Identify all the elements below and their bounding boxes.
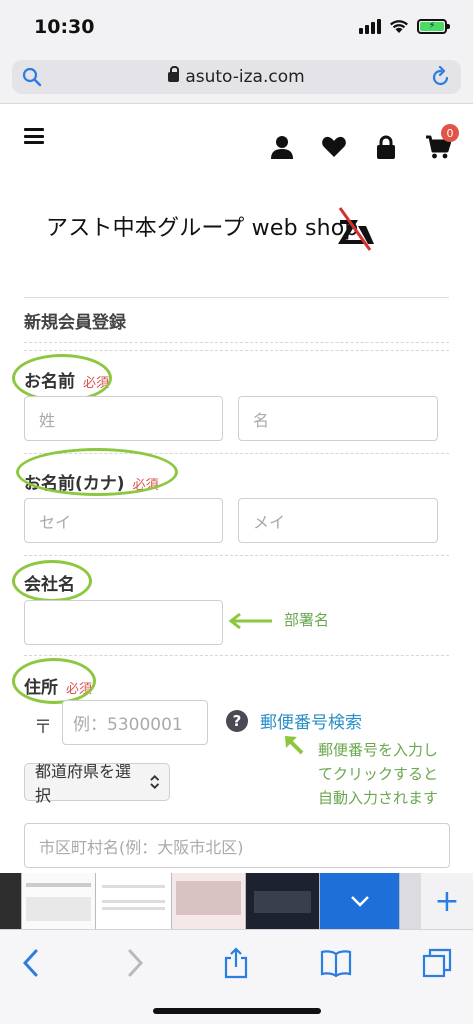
select-arrows-icon [149,774,159,790]
divider [24,350,449,351]
divider [24,297,449,298]
reload-icon[interactable] [431,66,451,88]
divider [24,555,449,556]
battery-icon: ⚡ [417,18,450,34]
tabs-icon [422,948,452,978]
zip-note-line: 自動入力されます [318,789,439,807]
tab-thumbnail[interactable] [320,873,400,929]
zip-note-line: 郵便番号を入力し [318,741,439,759]
department-note: 部署名 [284,611,330,629]
city-input[interactable]: 市区町村名(例：大阪市北区) [24,823,450,868]
last-name-input[interactable]: 姓 [24,396,223,441]
divider [24,342,449,343]
page-title: 新規会員登録 [24,313,126,333]
arrow-left-icon [228,612,272,630]
chevron-down-icon [351,896,369,907]
status-time: 10:30 [34,16,95,38]
iza-logo-icon[interactable] [336,206,376,252]
tab-thumbnail[interactable] [22,873,96,929]
zip-input[interactable]: 例：5300001 [62,700,208,745]
postal-mark-icon: 〒 [34,717,52,738]
highlight-oval [12,560,92,602]
address-bar[interactable]: asuto-iza.com [12,60,461,94]
zip-note: 郵便番号を入力し てクリックすると 自動入力されます [318,738,438,810]
back-icon [23,949,38,977]
tab-strip: + [0,873,473,929]
first-name-kana-input[interactable]: メイ [238,498,438,543]
help-icon[interactable]: ? [226,710,248,732]
status-bar: 10:30 ⚡ [0,0,473,56]
tabs-button[interactable] [420,946,454,980]
lock-icon [168,66,180,82]
tab-thumbnail[interactable] [0,873,22,929]
zip-search-link[interactable]: 郵便番号検索 [260,708,362,733]
share-button[interactable] [219,946,253,980]
cart-count-badge: 0 [441,124,459,142]
tab-thumbnail[interactable] [96,873,172,929]
browser-address-area: asuto-iza.com [0,56,473,104]
company-input[interactable] [24,600,223,645]
user-icon[interactable] [269,134,295,160]
forward-icon [128,949,143,977]
wifi-icon [390,20,408,33]
back-button[interactable] [14,946,48,980]
share-icon [224,947,248,979]
arrow-up-left-icon [285,736,304,755]
forward-button[interactable] [118,946,152,980]
signal-icon [359,18,381,34]
highlight-oval [16,448,178,496]
tab-thumbnail[interactable] [172,873,246,929]
home-indicator [153,1008,321,1014]
status-icons: ⚡ [359,18,450,34]
highlight-oval [12,658,96,704]
heart-icon[interactable] [321,134,347,160]
prefecture-select[interactable]: 都道府県を選択 [24,762,170,805]
shop-logo-text[interactable]: アスト中本グループ web shop [46,210,359,242]
cart-button[interactable]: 0 [425,124,459,160]
book-icon [320,950,352,977]
new-tab-button[interactable]: + [421,873,473,929]
last-name-kana-input[interactable]: セイ [24,498,223,543]
zip-note-line: てクリックすると [318,765,439,783]
menu-icon[interactable] [24,128,44,144]
highlight-oval [12,354,112,402]
first-name-input[interactable]: 名 [238,396,438,441]
prefecture-select-value: 都道府県を選択 [35,762,132,805]
url-text: asuto-iza.com [185,67,305,87]
tab-thumbnail[interactable] [246,873,320,929]
bookmarks-button[interactable] [319,946,353,980]
lock-icon[interactable] [373,134,399,160]
url-display[interactable]: asuto-iza.com [12,66,461,87]
header-icons: 0 [269,124,459,160]
divider [24,655,449,656]
